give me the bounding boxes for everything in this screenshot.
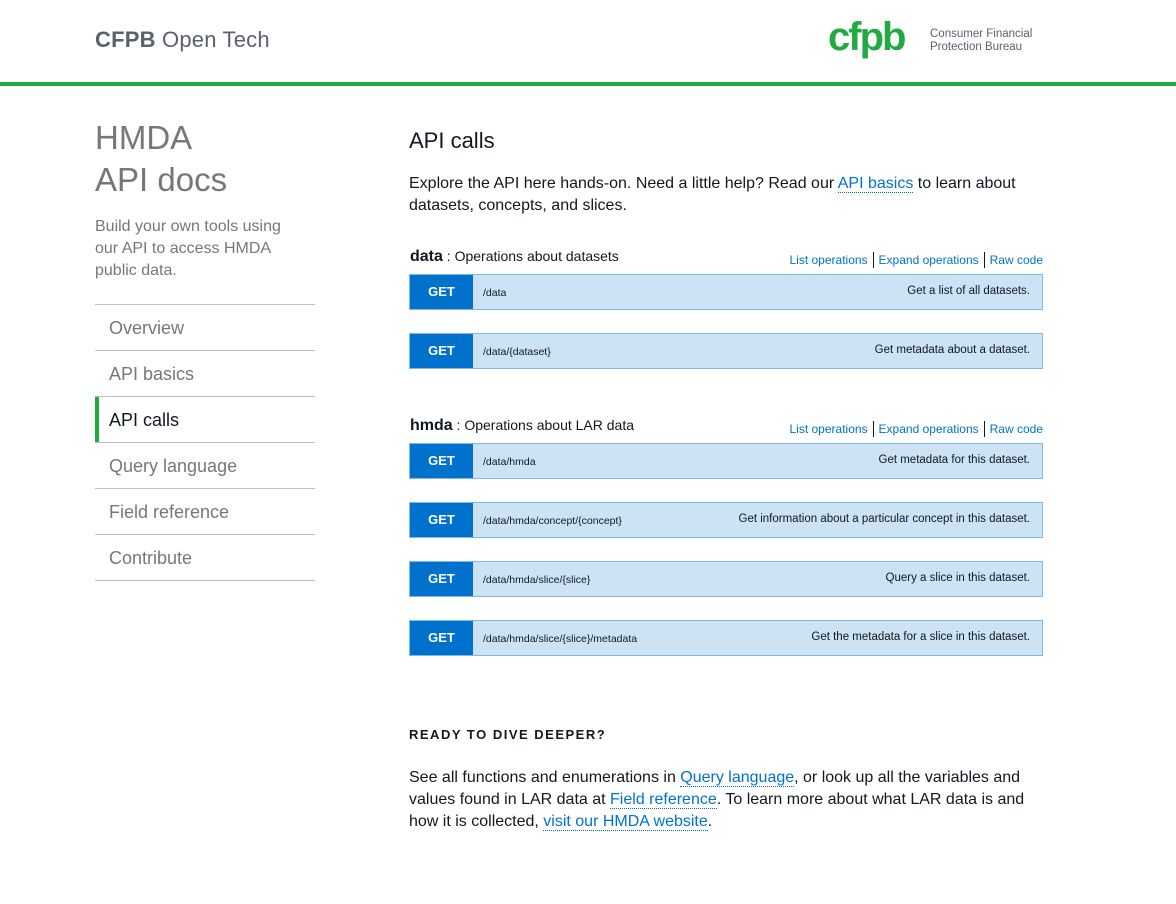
dive-deeper-text-4: .	[707, 813, 713, 830]
site-header: CFPB Open Tech cfpb Consumer Financial P…	[0, 0, 1176, 82]
operation-summary: Get information about a particular conce…	[738, 513, 1031, 525]
resource-name-text: hmda	[410, 417, 453, 434]
list-operations-link[interactable]: List operations	[790, 252, 873, 268]
query-language-link[interactable]: Query language	[680, 769, 795, 787]
sidebar-item-query-language[interactable]: Query language	[95, 443, 315, 489]
resource-header: hmda : Operations about LAR data List op…	[409, 417, 1043, 443]
operation-path: /data/hmda	[483, 456, 536, 468]
api-basics-link[interactable]: API basics	[837, 175, 914, 193]
operation-path: /data/hmda/slice/{slice}/metadata	[483, 633, 638, 645]
sidebar-description: Build your own tools using our API to ac…	[95, 218, 281, 279]
operation-path: /data/hmda/slice/{slice}	[483, 574, 591, 586]
raw-code-link[interactable]: Raw code	[983, 421, 1043, 437]
operation-row[interactable]: GET /data/hmda/concept/{concept} Get inf…	[409, 502, 1043, 538]
expand-operations-link[interactable]: Expand operations	[872, 421, 984, 437]
resource-name-text: data	[410, 248, 443, 265]
resource-description: : Operations about LAR data	[452, 417, 635, 433]
hmda-website-link[interactable]: visit our HMDA website	[543, 813, 708, 831]
field-reference-link[interactable]: Field reference	[610, 791, 717, 809]
method-badge: GET	[410, 562, 473, 596]
cfpb-logo-mark-icon: cfpb	[828, 15, 907, 59]
resource-description: : Operations about datasets	[442, 248, 619, 264]
method-badge: GET	[410, 444, 473, 478]
operation-row[interactable]: GET /data/hmda Get metadata for this dat…	[409, 443, 1043, 479]
method-badge: GET	[410, 275, 473, 309]
svg-text:cfpb: cfpb	[828, 16, 905, 59]
logo-line-1: Consumer Financial	[930, 28, 1033, 40]
operation-row[interactable]: GET /data/{dataset} Get metadata about a…	[409, 333, 1043, 369]
dive-deeper-heading: READY TO DIVE DEEPER?	[409, 727, 607, 742]
operation-row[interactable]: GET /data/hmda/slice/{slice}/metadata Ge…	[409, 620, 1043, 656]
main-content: API calls Explore the API here hands-on.…	[409, 126, 1043, 217]
operation-path: /data	[483, 287, 507, 299]
intro-text-before: Explore the API here hands-on. Need a li…	[409, 175, 838, 192]
operation-summary: Get metadata about a dataset.	[874, 344, 1030, 356]
resource-name[interactable]: hmda : Operations about LAR data	[410, 417, 634, 435]
sidebar-nav: Overview API basics API calls Query lang…	[95, 304, 315, 581]
operation-summary: Query a slice in this dataset.	[885, 572, 1030, 584]
sidebar-title-line-1: HMDA	[95, 119, 193, 156]
resource-data: data : Operations about datasets List op…	[409, 248, 1043, 392]
sidebar-item-overview[interactable]: Overview	[95, 305, 315, 351]
sidebar-item-api-basics[interactable]: API basics	[95, 351, 315, 397]
sidebar-title-line-2: API docs	[95, 161, 228, 198]
page-title: API calls	[409, 128, 495, 153]
resource-hmda: hmda : Operations about LAR data List op…	[409, 417, 1043, 679]
site-title-strong: CFPB	[95, 27, 156, 52]
site-title[interactable]: CFPB Open Tech	[95, 27, 270, 53]
site-title-rest: Open Tech	[155, 27, 270, 52]
resource-name[interactable]: data : Operations about datasets	[410, 248, 619, 266]
sidebar-item-api-calls[interactable]: API calls	[95, 397, 315, 443]
logo-line-2: Protection Bureau	[930, 41, 1023, 53]
sidebar-item-contribute[interactable]: Contribute	[95, 535, 315, 581]
method-badge: GET	[410, 334, 473, 368]
dive-deeper-section: READY TO DIVE DEEPER? See all functions …	[409, 727, 1043, 833]
header-divider	[0, 82, 1176, 86]
operation-path: /data/{dataset}	[483, 346, 551, 358]
resource-actions: List operations Expand operations Raw co…	[790, 252, 1043, 268]
intro-text: Explore the API here hands-on. Need a li…	[409, 173, 1043, 217]
method-badge: GET	[410, 621, 473, 655]
operation-path: /data/hmda/concept/{concept}	[483, 515, 622, 527]
dive-deeper-text-1: See all functions and enumerations in	[409, 769, 681, 786]
dive-deeper-text: See all functions and enumerations in Qu…	[409, 767, 1043, 833]
cfpb-logo[interactable]: cfpb Consumer Financial Protection Burea…	[828, 15, 1043, 64]
resource-actions: List operations Expand operations Raw co…	[790, 421, 1043, 437]
operation-summary: Get a list of all datasets.	[907, 285, 1030, 297]
method-badge: GET	[410, 503, 473, 537]
expand-operations-link[interactable]: Expand operations	[872, 252, 984, 268]
operation-row[interactable]: GET /data/hmda/slice/{slice} Query a sli…	[409, 561, 1043, 597]
operation-summary: Get the metadata for a slice in this dat…	[811, 631, 1030, 643]
raw-code-link[interactable]: Raw code	[983, 252, 1043, 268]
operation-row[interactable]: GET /data Get a list of all datasets.	[409, 274, 1043, 310]
operation-summary: Get metadata for this dataset.	[878, 454, 1031, 466]
resource-header: data : Operations about datasets List op…	[409, 248, 1043, 274]
sidebar-title: HMDA API docs	[95, 117, 227, 201]
list-operations-link[interactable]: List operations	[790, 421, 873, 437]
sidebar-item-field-reference[interactable]: Field reference	[95, 489, 315, 535]
logo-text: Consumer Financial Protection Bureau	[930, 28, 1032, 54]
